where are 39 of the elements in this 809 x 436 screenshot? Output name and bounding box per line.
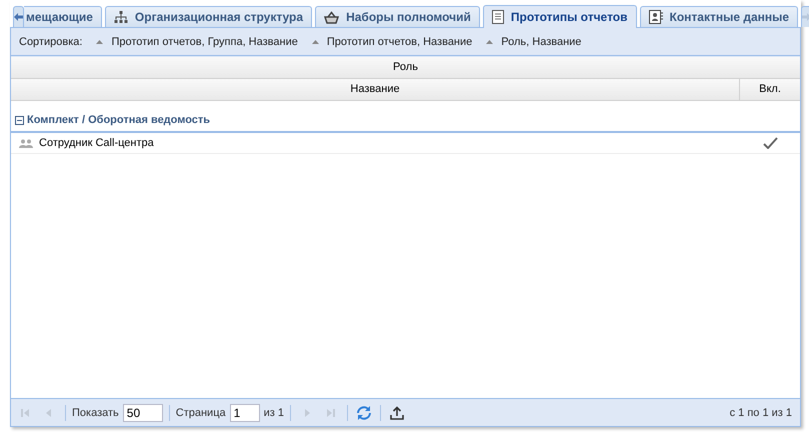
column-header[interactable]: Название — [11, 79, 739, 100]
tab[interactable]: Прототипы отчетов — [482, 5, 636, 28]
basket-icon — [324, 10, 340, 24]
first-page-icon — [20, 408, 30, 418]
upload-icon — [390, 406, 404, 420]
tab[interactable]: Контактные данные — [640, 6, 798, 27]
collapse-icon[interactable] — [15, 116, 24, 124]
column-group-header: Роль — [392, 60, 419, 75]
sort-option[interactable]: Прототип отчетов, Группа, Название — [96, 36, 298, 48]
left-arrow-icon — [14, 13, 23, 21]
page-label: Страница — [176, 406, 226, 418]
group-title: Комплект / Оборотная ведомость — [27, 114, 210, 126]
sort-option[interactable]: Роль, Название — [486, 36, 582, 48]
page-count: из 1 — [264, 406, 284, 418]
paging-summary: с 1 по 1 из 1 — [730, 406, 792, 418]
sort-arrow-icon — [486, 40, 494, 44]
document-icon — [492, 10, 504, 24]
next-page-icon — [302, 408, 312, 418]
sort-arrow-icon — [96, 40, 104, 44]
scroll-left-button[interactable] — [13, 6, 24, 27]
contact-card-icon — [648, 10, 662, 24]
refresh-icon — [356, 404, 372, 420]
tab[interactable]: мещающие — [24, 6, 102, 27]
tab[interactable]: Организационная структура — [104, 6, 312, 27]
sort-option[interactable]: Прототип отчетов, Название — [312, 36, 472, 48]
page-size-label: Показать — [72, 406, 119, 418]
users-icon — [19, 138, 33, 148]
right-arrow-icon — [802, 13, 809, 21]
sort-arrow-icon — [312, 40, 319, 44]
prev-page-icon — [44, 408, 54, 418]
page-number-field[interactable]: 1 — [230, 404, 260, 422]
page-size-field[interactable]: 50 — [122, 404, 163, 422]
scroll-right-button[interactable] — [801, 6, 809, 27]
last-page-icon — [326, 408, 336, 418]
tab[interactable]: Наборы полномочий — [315, 6, 480, 27]
column-header[interactable]: Вкл. — [739, 79, 800, 100]
table-cell: Сотрудник Call-центра — [39, 137, 154, 149]
sort-label: Сортировка: — [19, 36, 82, 48]
org-chart-icon — [114, 10, 128, 24]
